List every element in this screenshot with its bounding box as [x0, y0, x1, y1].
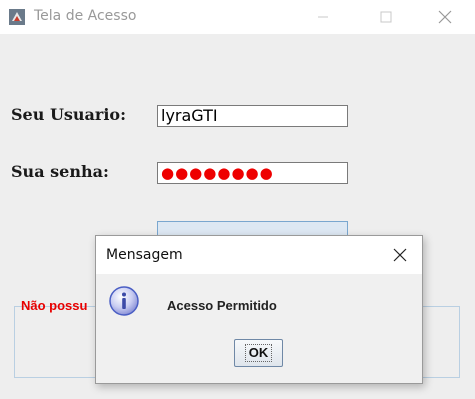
close-icon [438, 10, 452, 24]
password-label: Sua senha: [11, 162, 109, 181]
dialog-titlebar: Mensagem [96, 236, 422, 274]
dialog-title: Mensagem [106, 247, 183, 263]
window-titlebar: Tela de Acesso [0, 0, 475, 34]
password-field[interactable]: ●●●●●●●● [157, 162, 348, 184]
register-notice-text[interactable]: Não possu [21, 298, 87, 313]
close-icon [393, 248, 407, 262]
info-icon [108, 285, 140, 317]
dialog-message: Acesso Permitido [167, 298, 277, 313]
dialog-close-button[interactable] [388, 244, 412, 266]
ok-button[interactable]: OK [234, 339, 283, 367]
user-label: Seu Usuario: [11, 105, 126, 124]
minimize-button[interactable] [300, 0, 346, 34]
window-title: Tela de Acesso [34, 8, 137, 24]
user-field[interactable]: lyraGTI [157, 105, 348, 127]
close-button[interactable] [422, 0, 468, 34]
ok-button-label: OK [244, 344, 273, 362]
java-cup-icon [8, 8, 26, 26]
minimize-icon [318, 16, 328, 18]
message-dialog: Mensagem Acesso Permitido OK [95, 235, 423, 384]
maximize-icon [380, 11, 392, 23]
maximize-button[interactable] [363, 0, 409, 34]
